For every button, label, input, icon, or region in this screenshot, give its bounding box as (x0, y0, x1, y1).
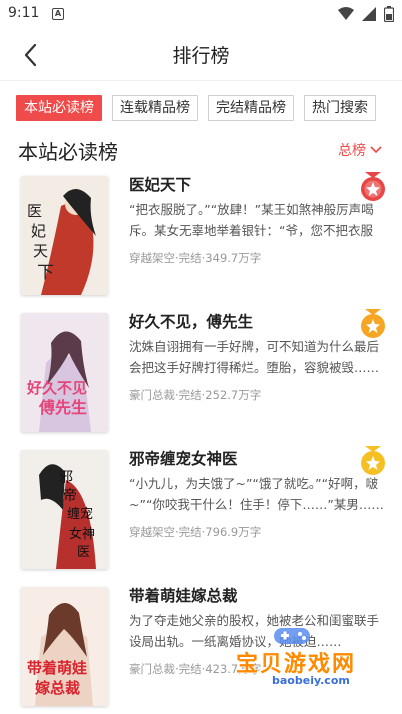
tab-serial[interactable]: 连载精品榜 (112, 95, 198, 121)
book-cover[interactable]: 带着萌娃 嫁总裁 (21, 587, 108, 706)
page-title: 排行榜 (172, 45, 230, 67)
book-meta: 穿越架空·完结·349.7万字 (129, 251, 262, 265)
rank-1-medal-icon (361, 172, 385, 201)
book-description: 为了夺走她父亲的股权，她被老公和闺蜜联手设局出轨。一纸离婚协议，她被迫…… (129, 613, 380, 649)
rank-3-medal-icon (361, 446, 385, 475)
book-meta: 豪门总裁·完结·423.7万字 (129, 662, 262, 676)
tab-completed[interactable]: 完结精品榜 (208, 95, 294, 121)
book-list: 医 妃 天 下 医妃天下 “把衣服脱了。”“放肆！”某王如煞神般厉声喝斥。某女无… (0, 170, 402, 714)
ranking-tabs: 本站必读榜 连载精品榜 完结精品榜 热门搜索 (16, 95, 402, 123)
book-item[interactable]: 邪 帝 缠宠 女神 医 邪帝缠宠女神医 “小九儿，为夫饿了~”“饿了就吃。”“好… (0, 444, 402, 581)
book-title: 邪帝缠宠女神医 (129, 450, 238, 468)
svg-text:天: 天 (33, 242, 48, 260)
status-time: 9:11 (8, 5, 40, 21)
sort-dropdown[interactable]: 总榜 (338, 140, 382, 160)
svg-text:带着萌娃: 带着萌娃 (27, 659, 87, 677)
book-title: 好久不见，傅先生 (129, 313, 254, 331)
header: 排行榜 (0, 30, 402, 78)
signal-icon (362, 7, 376, 21)
svg-text:妃: 妃 (31, 222, 46, 240)
sort-label: 总榜 (338, 143, 366, 159)
rank-2-medal-icon (361, 309, 385, 338)
book-title: 带着萌娃嫁总裁 (129, 587, 238, 605)
svg-text:邪: 邪 (59, 470, 73, 486)
cover-art: 邪 帝 缠宠 女神 医 (21, 450, 108, 569)
svg-text:帝: 帝 (63, 488, 77, 504)
tab-hot-search[interactable]: 热门搜索 (304, 95, 376, 121)
book-item[interactable]: 带着萌娃 嫁总裁 带着萌娃嫁总裁 为了夺走她父亲的股权，她被老公和闺蜜联手设局出… (0, 581, 402, 714)
book-cover[interactable]: 医 妃 天 下 (21, 176, 108, 295)
tab-must-read[interactable]: 本站必读榜 (16, 95, 102, 121)
svg-text:医: 医 (27, 202, 42, 220)
chevron-down-icon (370, 146, 382, 154)
svg-text:傅先生: 傅先生 (38, 398, 87, 417)
book-item[interactable]: 医 妃 天 下 医妃天下 “把衣服脱了。”“放肆！”某王如煞神般厉声喝斥。某女无… (0, 170, 402, 307)
wifi-icon (338, 7, 354, 20)
svg-text:下: 下 (37, 263, 54, 283)
section-title: 本站必读榜 (18, 140, 118, 164)
book-cover[interactable]: 邪 帝 缠宠 女神 医 (21, 450, 108, 569)
svg-text:嫁总裁: 嫁总裁 (34, 679, 80, 697)
status-bar: 9:11 A (0, 0, 402, 28)
book-title: 医妃天下 (129, 176, 192, 194)
book-description: 沈姝自诩拥有一手好牌，可不知道为什么最后会把这手好牌打得稀烂。堕胎，容貌被毁…… (129, 339, 380, 375)
cover-art: 医 妃 天 下 (21, 176, 108, 295)
notification-icon: A (52, 8, 64, 20)
book-description: “把衣服脱了。”“放肆！”某王如煞神般厉声喝斥。某女无辜地举着银针：“爷，您不把… (129, 202, 374, 238)
book-meta: 穿越架空·完结·796.9万字 (129, 525, 262, 539)
cover-art: 好久不见 傅先生 (21, 313, 108, 432)
svg-text:好久不见: 好久不见 (26, 379, 87, 397)
header-divider (0, 80, 402, 81)
battery-icon (384, 6, 394, 22)
cover-art: 带着萌娃 嫁总裁 (21, 587, 108, 706)
book-item[interactable]: 好久不见 傅先生 好久不见，傅先生 沈姝自诩拥有一手好牌，可不知道为什么最后会把… (0, 307, 402, 444)
book-meta: 豪门总裁·完结·252.7万字 (129, 388, 262, 402)
svg-text:缠宠: 缠宠 (67, 506, 93, 522)
book-description: “小九儿，为夫饿了~”“饿了就吃。”“好啊，啵~”“你咬我干什么！住手！停下……… (129, 476, 384, 512)
svg-text:女神: 女神 (69, 526, 95, 542)
svg-text:医: 医 (77, 545, 90, 560)
book-cover[interactable]: 好久不见 傅先生 (21, 313, 108, 432)
status-icons (338, 6, 394, 22)
